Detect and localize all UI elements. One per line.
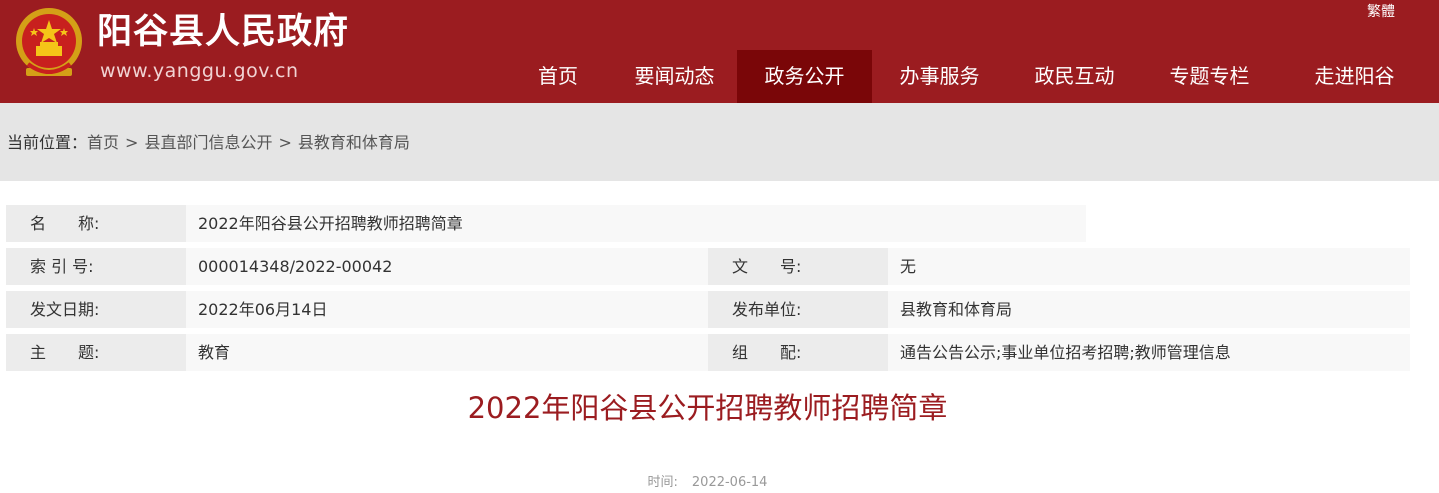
index-value: 000014348/2022-00042: [186, 248, 708, 285]
traditional-chinese-link[interactable]: 繁體: [1367, 2, 1395, 22]
name-label: 名 称:: [6, 205, 186, 242]
topic-value: 教育: [186, 334, 708, 371]
nav-item-home[interactable]: 首页: [504, 50, 612, 103]
nav-item-topics[interactable]: 专题专栏: [1142, 50, 1277, 103]
site-title: 阳谷县人民政府: [97, 12, 350, 52]
date-value: 2022年06月14日: [186, 291, 708, 328]
breadcrumb: 当前位置：首页 > 县直部门信息公开 > 县教育和体育局: [7, 133, 410, 153]
publisher-label: 发布单位:: [708, 291, 888, 328]
publisher-value: 县教育和体育局: [888, 291, 1410, 328]
nav-item-news[interactable]: 要闻动态: [612, 50, 737, 103]
info-row-index: 索 引 号: 000014348/2022-00042 文 号: 无: [6, 248, 1410, 285]
index-label: 索 引 号:: [6, 248, 186, 285]
info-row-topic: 主 题: 教育 组 配: 通告公告公示;事业单位招考招聘;教师管理信息: [6, 334, 1410, 371]
site-url: www.yanggu.gov.cn: [100, 60, 299, 82]
article-title: 2022年阳谷县公开招聘教师招聘简章: [467, 391, 948, 425]
breadcrumb-education-bureau[interactable]: 县教育和体育局: [298, 133, 410, 152]
main-nav: 首页 要闻动态 政务公开 办事服务 政民互动 专题专栏 走进阳谷: [504, 50, 1432, 103]
breadcrumb-dept-info[interactable]: 县直部门信息公开: [144, 133, 272, 152]
nav-item-about[interactable]: 走进阳谷: [1277, 50, 1432, 103]
nav-item-interaction[interactable]: 政民互动: [1007, 50, 1142, 103]
date-label: 发文日期:: [6, 291, 186, 328]
docno-value: 无: [888, 248, 1410, 285]
breadcrumb-separator: >: [278, 133, 292, 152]
info-row-name: 名 称: 2022年阳谷县公开招聘教师招聘简章: [6, 205, 1086, 242]
breadcrumb-label: 当前位置：: [7, 133, 88, 152]
site-header: 阳谷县人民政府 www.yanggu.gov.cn 繁體 首页 要闻动态 政务公…: [0, 0, 1439, 103]
category-value: 通告公告公示;事业单位招考招聘;教师管理信息: [888, 334, 1410, 371]
nav-item-services[interactable]: 办事服务: [872, 50, 1007, 103]
name-value: 2022年阳谷县公开招聘教师招聘简章: [186, 205, 1086, 242]
national-emblem-icon: [16, 8, 82, 76]
breadcrumb-separator: >: [125, 133, 139, 152]
nav-item-gov-affairs[interactable]: 政务公开: [737, 50, 872, 103]
time-value: 2022-06-14: [691, 475, 768, 490]
time-label: 时间:: [647, 475, 678, 490]
article-time: 时间: 2022-06-14: [0, 474, 1415, 492]
breadcrumb-home[interactable]: 首页: [87, 133, 119, 152]
topic-label: 主 题:: [6, 334, 186, 371]
info-row-date: 发文日期: 2022年06月14日 发布单位: 县教育和体育局: [6, 291, 1410, 328]
docno-label: 文 号:: [708, 248, 888, 285]
breadcrumb-bar: 当前位置：首页 > 县直部门信息公开 > 县教育和体育局: [0, 103, 1439, 181]
category-label: 组 配:: [708, 334, 888, 371]
